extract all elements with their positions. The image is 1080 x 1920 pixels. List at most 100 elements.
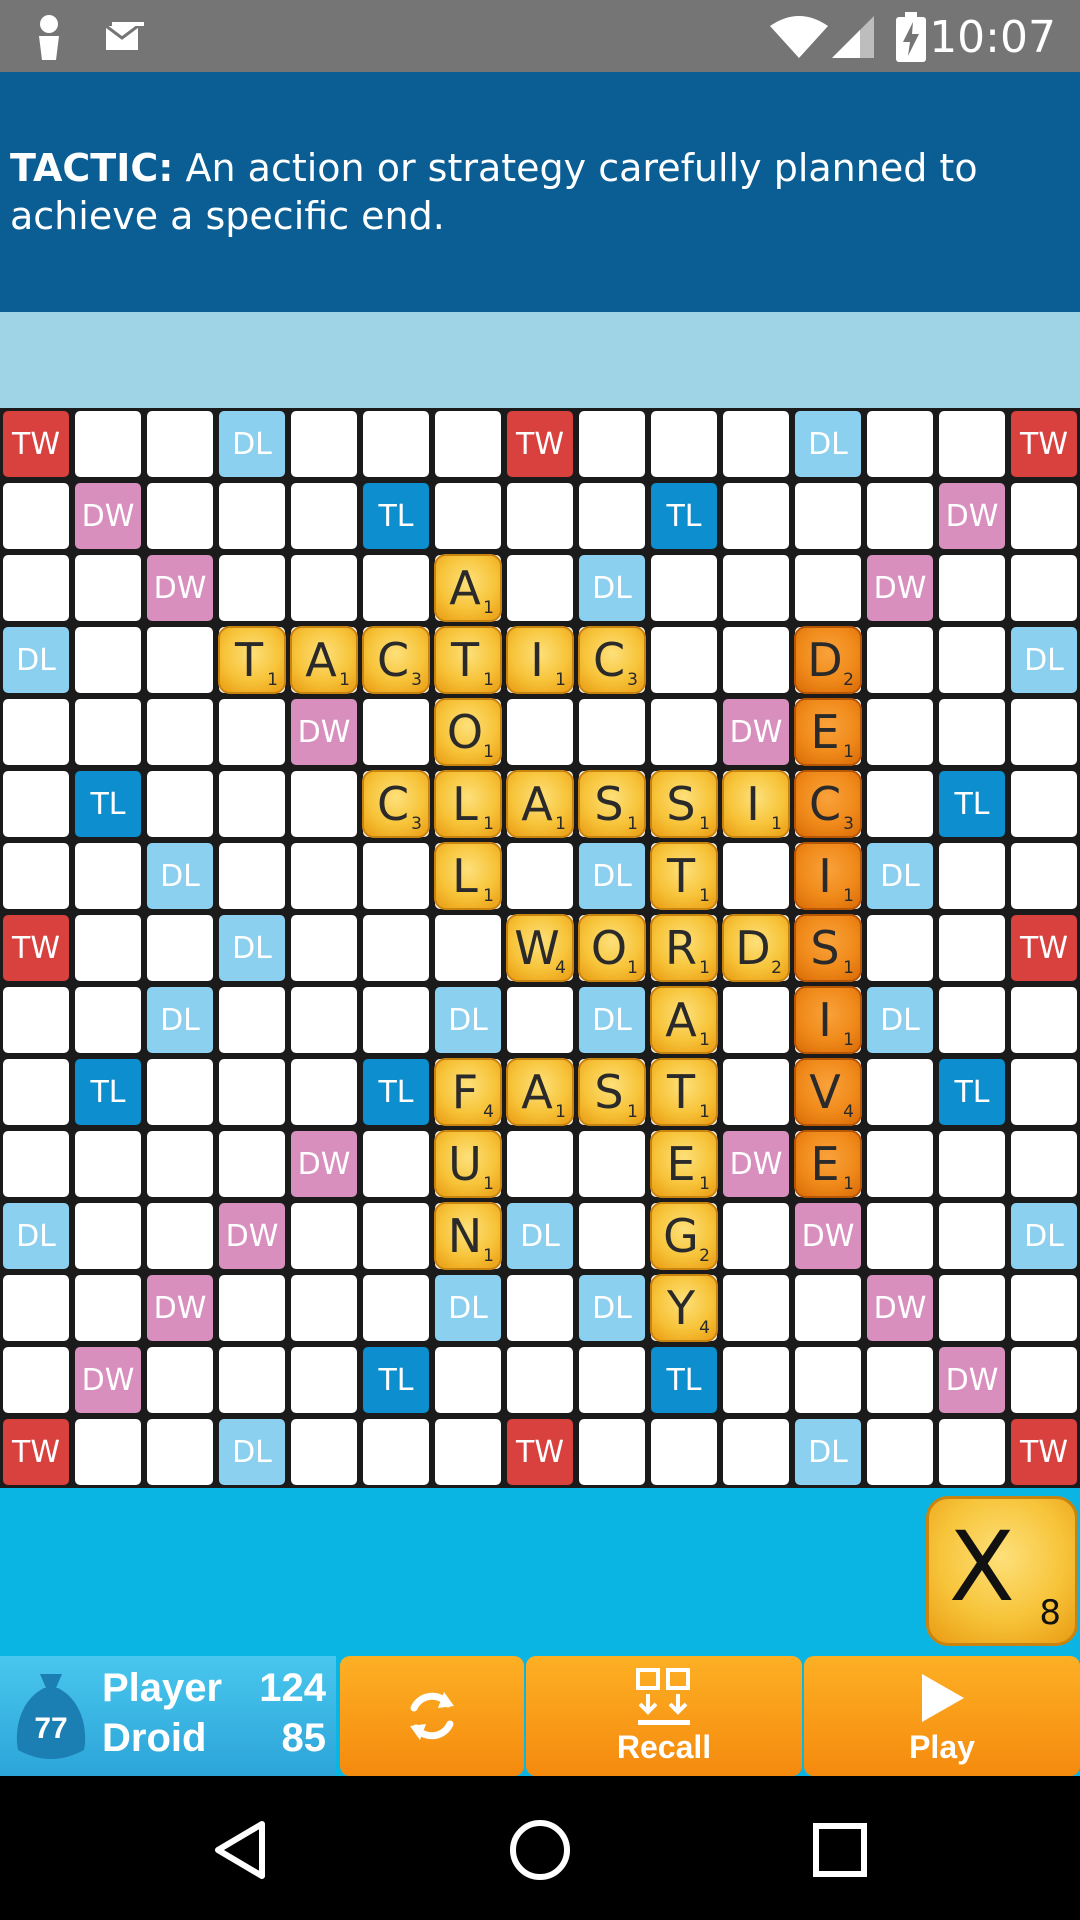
board-cell-dw[interactable]: DW (291, 699, 357, 765)
board-cell-tl[interactable]: TL (939, 771, 1005, 837)
board-cell[interactable] (3, 987, 69, 1053)
board-cell[interactable] (147, 1059, 213, 1125)
board-cell[interactable] (1011, 1131, 1077, 1197)
board-cell-dl[interactable]: DL (579, 987, 645, 1053)
board-cell[interactable] (867, 915, 933, 981)
play-button[interactable]: Play (804, 1656, 1080, 1776)
board-cell[interactable] (867, 1419, 933, 1485)
board-cell-dl[interactable]: DL (1011, 1203, 1077, 1269)
board-cell-dl[interactable]: DL (867, 987, 933, 1053)
board-cell[interactable] (3, 1347, 69, 1413)
board-cell[interactable] (1011, 1059, 1077, 1125)
board-cell-dl[interactable]: DL (3, 1203, 69, 1269)
board-cell-dl[interactable]: DL (795, 1419, 861, 1485)
board-cell-dw[interactable]: DW (795, 1203, 861, 1269)
board-cell-dl[interactable]: DL (147, 987, 213, 1053)
board-cell-dl[interactable]: DL (867, 843, 933, 909)
board-cell[interactable] (435, 1347, 501, 1413)
board-cell[interactable] (507, 1131, 573, 1197)
board-cell[interactable] (219, 771, 285, 837)
board-cell-dw[interactable]: DW (75, 1347, 141, 1413)
board-cell[interactable] (219, 1347, 285, 1413)
board-cell[interactable] (291, 1203, 357, 1269)
board-cell[interactable] (867, 771, 933, 837)
board-cell-dw[interactable]: DW (867, 555, 933, 621)
board-cell-tw[interactable]: TW (507, 411, 573, 477)
board-cell[interactable] (939, 627, 1005, 693)
board-cell[interactable] (723, 1059, 789, 1125)
board-cell[interactable] (939, 1275, 1005, 1341)
board-cell[interactable] (219, 699, 285, 765)
board-cell[interactable] (3, 1131, 69, 1197)
board-cell-dw[interactable]: DW (723, 699, 789, 765)
board-cell[interactable] (219, 843, 285, 909)
board-cell-dl[interactable]: DL (795, 411, 861, 477)
board-cell[interactable] (75, 1203, 141, 1269)
board-cell[interactable] (291, 987, 357, 1053)
board-cell[interactable] (579, 699, 645, 765)
home-icon[interactable] (508, 1818, 572, 1882)
board-cell[interactable] (867, 1347, 933, 1413)
board-cell[interactable] (723, 627, 789, 693)
board-cell[interactable] (3, 771, 69, 837)
board-cell[interactable] (147, 1203, 213, 1269)
board-cell[interactable] (291, 1419, 357, 1485)
board-cell-dl[interactable]: DL (579, 1275, 645, 1341)
board-cell[interactable] (363, 555, 429, 621)
board-cell[interactable] (507, 843, 573, 909)
board-cell-dw[interactable]: DW (147, 1275, 213, 1341)
board-cell-tl[interactable]: TL (651, 1347, 717, 1413)
board-cell[interactable] (75, 1419, 141, 1485)
board-cell[interactable] (219, 555, 285, 621)
board-cell[interactable] (3, 843, 69, 909)
board-cell-dl[interactable]: DL (579, 555, 645, 621)
board-cell[interactable] (3, 483, 69, 549)
board-cell[interactable] (291, 843, 357, 909)
board-cell[interactable] (435, 1419, 501, 1485)
board-cell[interactable] (363, 1275, 429, 1341)
board-cell[interactable] (723, 1347, 789, 1413)
board-cell[interactable] (147, 1347, 213, 1413)
board-cell[interactable] (939, 987, 1005, 1053)
board-cell[interactable] (507, 555, 573, 621)
board-cell[interactable] (291, 1275, 357, 1341)
board-cell[interactable] (723, 411, 789, 477)
board-cell[interactable] (795, 483, 861, 549)
board-cell-tl[interactable]: TL (363, 1347, 429, 1413)
board-cell[interactable] (939, 1131, 1005, 1197)
board-cell[interactable] (291, 1347, 357, 1413)
back-icon[interactable] (212, 1820, 268, 1880)
board-cell[interactable] (363, 987, 429, 1053)
board-cell[interactable] (723, 1419, 789, 1485)
board-cell-tw[interactable]: TW (1011, 915, 1077, 981)
board-cell-dw[interactable]: DW (147, 555, 213, 621)
board-cell[interactable] (579, 1131, 645, 1197)
board-cell[interactable] (1011, 987, 1077, 1053)
board-cell-tl[interactable]: TL (363, 1059, 429, 1125)
board-cell[interactable] (939, 555, 1005, 621)
board-cell[interactable] (219, 1275, 285, 1341)
board-cell-tw[interactable]: TW (3, 411, 69, 477)
board-cell[interactable] (435, 483, 501, 549)
board-cell-dl[interactable]: DL (3, 627, 69, 693)
board-cell[interactable] (363, 1131, 429, 1197)
board-cell[interactable] (723, 1203, 789, 1269)
board-cell[interactable] (1011, 1275, 1077, 1341)
board-cell[interactable] (75, 699, 141, 765)
board-cell[interactable] (579, 1203, 645, 1269)
board-cell[interactable] (867, 1203, 933, 1269)
board-cell[interactable] (867, 627, 933, 693)
board-cell[interactable] (723, 843, 789, 909)
board-cell-tw[interactable]: TW (3, 1419, 69, 1485)
board-cell-dl[interactable]: DL (507, 1203, 573, 1269)
board-cell[interactable] (651, 627, 717, 693)
board-cell-dl[interactable]: DL (579, 843, 645, 909)
board-cell[interactable] (291, 555, 357, 621)
board-cell[interactable] (579, 1419, 645, 1485)
rack-tile[interactable]: X 8 (926, 1496, 1078, 1646)
board-cell[interactable] (219, 483, 285, 549)
swap-button[interactable] (340, 1656, 524, 1776)
board-cell[interactable] (507, 1275, 573, 1341)
board-cell[interactable] (363, 843, 429, 909)
board-cell-dl[interactable]: DL (219, 915, 285, 981)
